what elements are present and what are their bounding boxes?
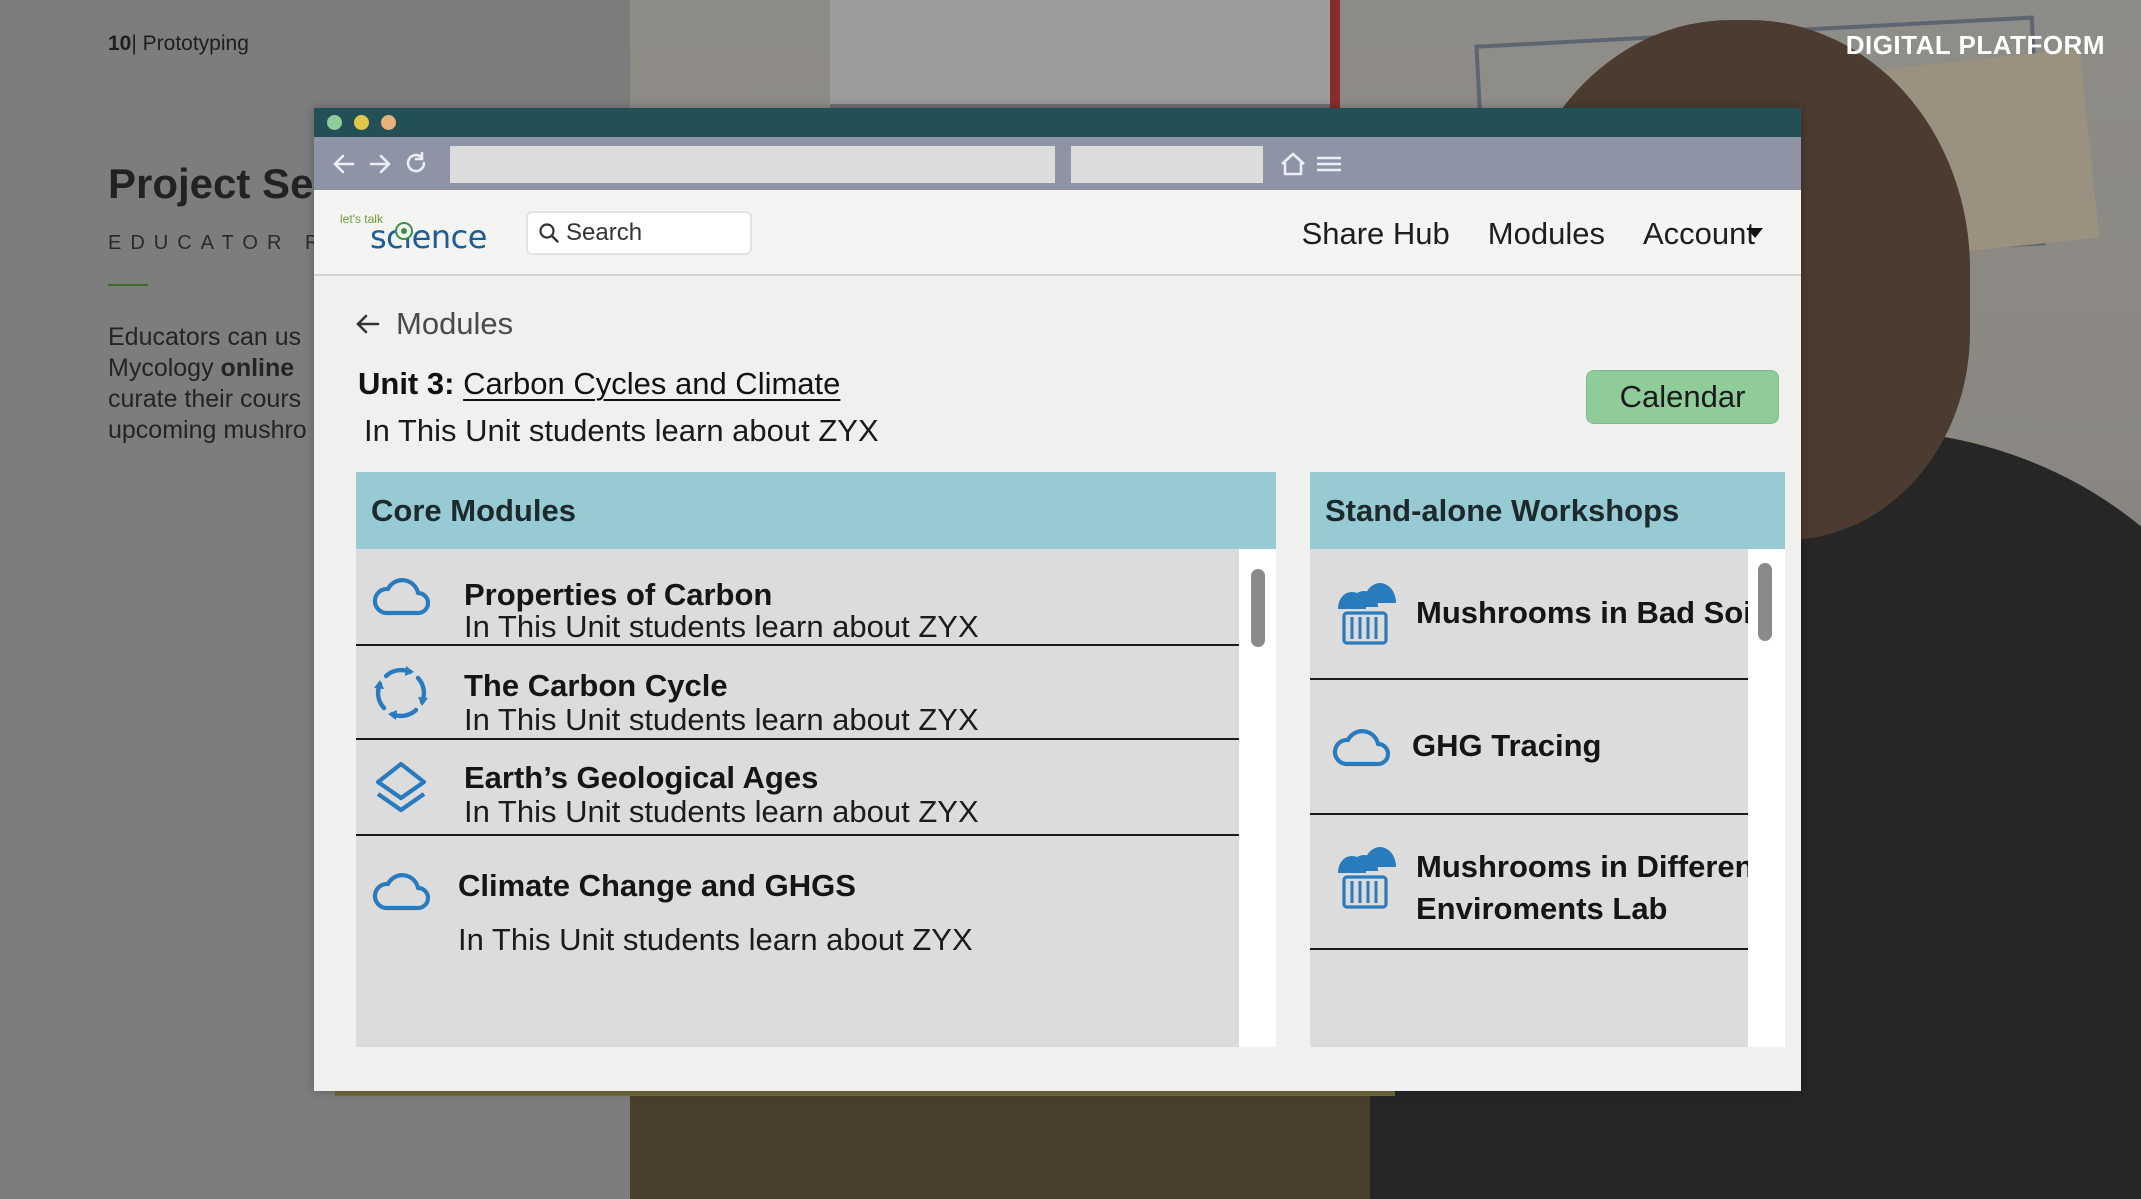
workshop-title: Mushrooms in Different	[1416, 849, 1748, 884]
workshop-row[interactable]: Mushrooms in Different Enviroments Lab	[1310, 815, 1748, 950]
module-description: In This Unit students learn about ZYX	[464, 609, 979, 644]
layers-icon	[375, 761, 427, 813]
window-dot-green[interactable]	[327, 115, 342, 130]
title-divider	[108, 284, 148, 286]
cloud-icon	[1332, 729, 1391, 767]
search-icon	[539, 223, 559, 243]
module-row[interactable]: Climate Change and GHGS In This Unit stu…	[356, 836, 1239, 966]
slide-number: 10| Prototyping	[108, 32, 249, 56]
core-modules-header: Core Modules	[356, 472, 1276, 549]
unit-heading: Unit 3: Carbon Cycles and Climate	[358, 366, 840, 402]
module-title: The Carbon Cycle	[464, 668, 728, 703]
module-description: In This Unit students learn about ZYX	[464, 794, 979, 829]
window-dot-yellow[interactable]	[354, 115, 369, 130]
address-bar[interactable]	[450, 146, 1055, 183]
module-description: In This Unit students learn about ZYX	[458, 922, 973, 957]
reload-icon[interactable]	[398, 146, 434, 182]
home-icon[interactable]	[1278, 146, 1308, 187]
workshop-title: GHG Tracing	[1412, 728, 1602, 763]
logo-wordmark: science	[370, 218, 487, 256]
window-titlebar	[314, 108, 1801, 137]
menu-icon[interactable]	[1314, 146, 1344, 187]
unit-description: In This Unit students learn about ZYX	[364, 413, 879, 448]
cycle-icon	[374, 666, 428, 720]
browser-search-bar[interactable]	[1071, 146, 1263, 183]
calendar-button[interactable]: Calendar	[1586, 370, 1779, 424]
module-title: Earth’s Geological Ages	[464, 760, 819, 795]
scroll-thumb[interactable]	[1251, 569, 1265, 647]
nav-modules[interactable]: Modules	[1488, 216, 1605, 252]
app-navbar: let's talk science Search Share Hub Modu…	[314, 190, 1801, 276]
cloud-icon	[372, 873, 431, 911]
nav-account-label: Account	[1642, 216, 1755, 251]
nav-account[interactable]: Account	[1642, 216, 1763, 252]
back-to-modules[interactable]: Modules	[354, 306, 513, 342]
project-title: Project Se	[108, 160, 314, 207]
main-nav: Share Hub Modules Account	[1302, 216, 1763, 252]
workshops-header: Stand-alone Workshops	[1310, 472, 1785, 549]
arrow-left-icon	[356, 314, 380, 334]
module-title: Properties of Carbon	[464, 577, 773, 612]
slide-tag: DIGITAL PLATFORM	[1845, 30, 2105, 60]
core-modules-scrollbar[interactable]	[1239, 549, 1276, 1047]
mushroom-icon	[1338, 847, 1396, 909]
browser-toolbar-right	[1278, 146, 1344, 187]
browser-window: let's talk science Search Share Hub Modu…	[314, 108, 1801, 1091]
nav-share-hub[interactable]: Share Hub	[1302, 216, 1450, 252]
slide-number-value: 10	[108, 32, 132, 55]
workshop-title-line2: Enviroments Lab	[1416, 891, 1668, 926]
module-title: Climate Change and GHGS	[458, 868, 856, 903]
module-row[interactable]: Properties of Carbon In This Unit studen…	[356, 549, 1239, 646]
photo-red-post	[1330, 0, 1340, 110]
body-text: Mycology	[108, 354, 221, 382]
back-nav-icon[interactable]	[326, 146, 362, 182]
app-logo[interactable]: let's talk science	[340, 212, 490, 262]
window-dot-orange[interactable]	[381, 115, 396, 130]
logo-eye-icon	[395, 222, 413, 240]
unit-title-link[interactable]: Carbon Cycles and Climate	[463, 366, 840, 401]
cloud-icon	[372, 578, 431, 616]
forward-nav-icon[interactable]	[362, 146, 398, 182]
workshop-title: Mushrooms in Bad Soil	[1416, 595, 1748, 630]
module-row[interactable]: The Carbon Cycle In This Unit students l…	[356, 646, 1239, 740]
search-input[interactable]: Search	[526, 211, 752, 255]
body-bold-text: online	[220, 354, 295, 382]
module-description: In This Unit students learn about ZYX	[464, 702, 979, 737]
workshop-row[interactable]: Mushrooms in Bad Soil	[1310, 549, 1748, 680]
slide-section: | Prototyping	[131, 32, 249, 55]
scroll-thumb[interactable]	[1758, 563, 1772, 641]
module-row[interactable]: Earth’s Geological Ages In This Unit stu…	[356, 740, 1239, 836]
workshops-panel: Stand-alone Workshops Mushrooms in Bad S…	[1310, 472, 1785, 1047]
chevron-down-icon	[1747, 228, 1763, 238]
core-modules-panel: Core Modules Properties of Carbon In Thi…	[356, 472, 1276, 1047]
photo-window	[830, 0, 1330, 110]
workshops-scrollbar[interactable]	[1748, 549, 1785, 1047]
back-label: Modules	[396, 306, 514, 341]
unit-prefix: Unit 3:	[358, 366, 455, 401]
search-placeholder: Search	[566, 219, 643, 246]
workshop-row[interactable]: GHG Tracing	[1310, 680, 1748, 815]
mushroom-icon	[1338, 583, 1396, 645]
